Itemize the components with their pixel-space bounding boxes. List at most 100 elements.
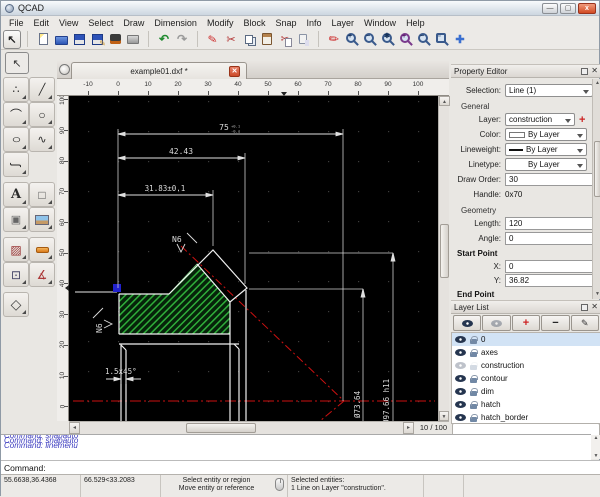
layer-lock-icon[interactable] xyxy=(470,404,477,409)
add-layer-button[interactable]: + xyxy=(512,315,540,331)
zoom-out-button[interactable]: − xyxy=(361,30,379,49)
layer-lock-icon[interactable] xyxy=(470,352,477,357)
measure-tool[interactable] xyxy=(29,262,55,287)
line-tool[interactable] xyxy=(29,77,55,102)
layer-lock-icon[interactable] xyxy=(470,391,477,396)
zoom-in-button[interactable]: + xyxy=(343,30,361,49)
layer-visibility-icon[interactable] xyxy=(455,362,466,369)
layer-lock-icon[interactable] xyxy=(470,417,477,422)
scroll-up-icon[interactable]: ▲ xyxy=(593,79,600,88)
paste-with-reference-button[interactable] xyxy=(294,30,312,49)
close-button[interactable]: x xyxy=(578,3,596,14)
command-input-row[interactable]: Command: xyxy=(1,460,600,474)
polyline-tool[interactable] xyxy=(3,152,29,177)
menu-item[interactable]: View xyxy=(54,18,83,28)
shape-tool[interactable] xyxy=(3,262,29,287)
history-scrollbar[interactable]: ▲▼ xyxy=(591,435,600,459)
menu-item[interactable]: Select xyxy=(83,18,118,28)
menu-item[interactable]: Draw xyxy=(118,18,149,28)
draw-order-input[interactable]: 30 xyxy=(505,173,593,186)
redraw-button[interactable] xyxy=(325,30,343,49)
undo-button[interactable] xyxy=(155,30,173,49)
edit-button[interactable] xyxy=(204,30,222,49)
scroll-thumb[interactable] xyxy=(594,141,600,197)
menu-item[interactable]: Dimension xyxy=(149,18,202,28)
close-panel-icon[interactable]: ✕ xyxy=(591,303,598,311)
layer-row-contour[interactable]: contour xyxy=(452,372,600,385)
layer-row-0[interactable]: 0 xyxy=(452,333,600,346)
layer-combo[interactable]: construction xyxy=(505,113,575,126)
add-layer-icon[interactable]: + xyxy=(579,114,585,126)
zoom-selection-button[interactable]: ▫ xyxy=(433,30,451,49)
scroll-left-icon[interactable]: ◂ xyxy=(69,422,80,434)
start-y-input[interactable]: 36.82 xyxy=(505,274,593,287)
layer-row-construction[interactable]: construction xyxy=(452,359,600,372)
image-tool[interactable] xyxy=(29,207,55,232)
text-tool[interactable] xyxy=(3,182,29,207)
menu-item[interactable]: Block xyxy=(238,18,270,28)
length-input[interactable]: 120 xyxy=(505,217,593,230)
pan-button[interactable] xyxy=(451,30,469,49)
ellipse-tool[interactable] xyxy=(3,127,29,152)
save-as-button[interactable] xyxy=(88,30,106,49)
layer-row-hatch[interactable]: hatch xyxy=(452,398,600,411)
menu-item[interactable]: Layer xyxy=(327,18,360,28)
redo-button[interactable] xyxy=(173,30,191,49)
zoom-window-button[interactable]: − xyxy=(415,30,433,49)
layer-row-dim[interactable]: dim xyxy=(452,385,600,398)
float-panel-icon[interactable] xyxy=(581,68,588,75)
spline-tool[interactable] xyxy=(29,127,55,152)
scroll-down-icon[interactable]: ▼ xyxy=(593,290,600,299)
print-button[interactable] xyxy=(106,30,124,49)
tab-example01[interactable]: example01.dxf * ✕ xyxy=(71,62,247,79)
layer-lock-icon[interactable] xyxy=(470,378,477,383)
angle-input[interactable]: 0 xyxy=(505,232,593,245)
point-tool[interactable] xyxy=(3,77,29,102)
menu-item[interactable]: Snap xyxy=(270,18,301,28)
layer-visibility-icon[interactable] xyxy=(455,401,466,408)
layer-visibility-icon[interactable] xyxy=(455,349,466,356)
open-file-button[interactable] xyxy=(52,30,70,49)
remove-layer-button[interactable]: − xyxy=(541,315,569,331)
horizontal-scrollbar[interactable]: ◂ ▸ 10 / 100 xyxy=(69,421,449,434)
drawing-canvas[interactable]: 31.83±0.1 42.43 75 +0.1 -0.1 Ø73.64 Ø97.… xyxy=(69,96,438,421)
block-tool[interactable] xyxy=(3,207,29,232)
layer-lock-icon[interactable] xyxy=(470,339,477,344)
layer-visibility-icon[interactable] xyxy=(455,414,466,421)
selection-combo[interactable]: Line (1) xyxy=(505,84,593,97)
start-x-input[interactable]: 0 xyxy=(505,260,593,273)
color-combo[interactable]: By Layer xyxy=(505,128,587,141)
layer-lock-icon[interactable] xyxy=(470,365,477,370)
scroll-down-icon[interactable]: ▼ xyxy=(439,411,449,421)
select-button[interactable] xyxy=(3,30,21,49)
circle-tool[interactable] xyxy=(29,102,55,127)
layer-visibility-icon[interactable] xyxy=(455,336,466,343)
zoom-previous-button[interactable]: + xyxy=(397,30,415,49)
close-panel-icon[interactable]: ✕ xyxy=(591,67,598,75)
layer-row-axes[interactable]: axes xyxy=(452,346,600,359)
arc-tool[interactable] xyxy=(3,102,29,127)
linetype-combo[interactable]: By Layer xyxy=(505,158,587,171)
horizontal-scroll-thumb[interactable] xyxy=(186,423,256,433)
edit-layer-button[interactable]: ✎ xyxy=(571,315,599,331)
solid-tool[interactable] xyxy=(3,292,29,317)
vertical-scrollbar[interactable]: ▲ ▼ xyxy=(438,96,449,421)
scroll-right-icon[interactable]: ▸ xyxy=(403,422,414,434)
command-history[interactable]: Command: snapautoCommand: snapautoComman… xyxy=(1,434,591,460)
property-editor-scrollbar[interactable]: ▲ ▼ xyxy=(592,79,600,299)
show-all-layers-button[interactable] xyxy=(453,315,481,331)
selection-reference-point[interactable] xyxy=(113,284,121,292)
cut-with-reference-button[interactable] xyxy=(276,30,294,49)
tab-close-icon[interactable]: ✕ xyxy=(229,66,240,77)
layer-visibility-icon[interactable] xyxy=(455,375,466,382)
save-button[interactable] xyxy=(70,30,88,49)
cut-button[interactable] xyxy=(222,30,240,49)
dimension-tool[interactable] xyxy=(29,237,55,262)
menu-item[interactable]: Window xyxy=(359,18,401,28)
menu-item[interactable]: File xyxy=(4,18,29,28)
copy-button[interactable] xyxy=(240,30,258,49)
menu-item[interactable]: Help xyxy=(401,18,430,28)
horizontal-scroll-track[interactable] xyxy=(80,422,403,434)
print-preview-button[interactable] xyxy=(124,30,142,49)
menu-item[interactable]: Info xyxy=(302,18,327,28)
